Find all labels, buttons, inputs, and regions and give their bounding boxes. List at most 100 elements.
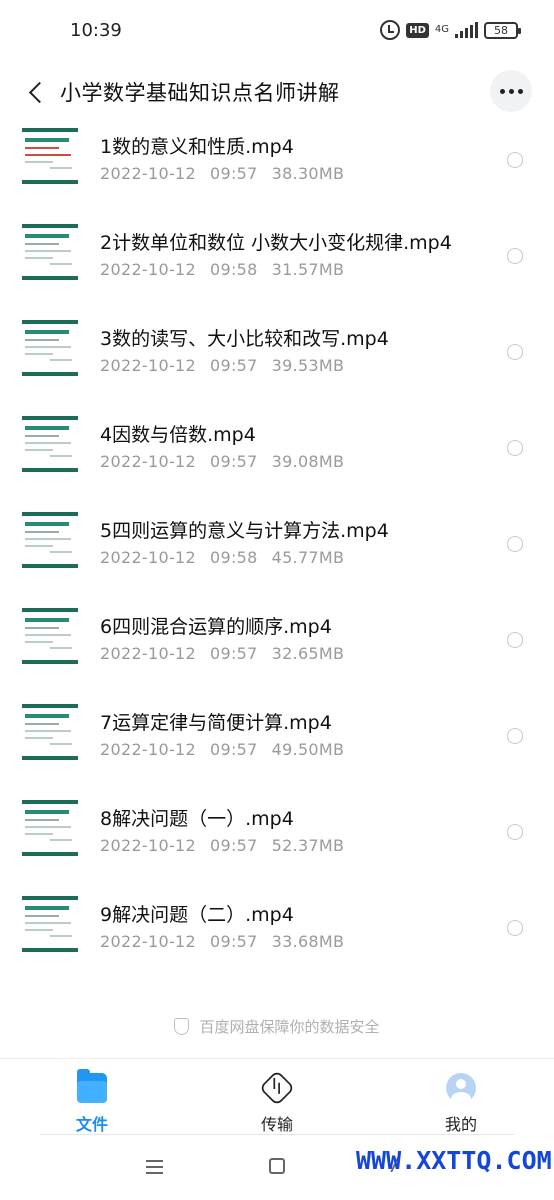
page-title: 小学数学基础知识点名师讲解 xyxy=(60,81,340,105)
select-radio[interactable] xyxy=(507,248,523,264)
video-thumbnail xyxy=(22,512,78,568)
safety-note: 百度网盘保障你的数据安全 xyxy=(0,1016,554,1037)
file-name: 1数的意义和性质.mp4 xyxy=(100,136,294,158)
file-name: 9解决问题（二）.mp4 xyxy=(100,904,294,926)
video-thumbnail xyxy=(22,800,78,856)
select-radio[interactable] xyxy=(507,632,523,648)
shield-icon xyxy=(174,1018,190,1035)
system-nav-bar: WWW.XXTTQ.COM xyxy=(0,1134,554,1200)
list-item[interactable]: 3数的读写、大小比较和改写.mp4 2022-10-12 09:57 39.53MB xyxy=(0,320,554,416)
file-date: 2022-10-12 xyxy=(100,452,196,471)
header: 小学数学基础知识点名师讲解 xyxy=(0,64,554,120)
tab-transfer[interactable]: 传输 xyxy=(232,1069,322,1135)
video-thumbnail xyxy=(22,224,78,280)
signal-icon xyxy=(455,22,478,38)
file-time: 09:58 xyxy=(209,260,258,279)
tab-label: 传输 xyxy=(260,1115,293,1134)
file-time: 09:57 xyxy=(209,452,258,471)
file-date: 2022-10-12 xyxy=(100,260,196,279)
avatar-icon xyxy=(446,1073,476,1103)
file-meta: 2022-10-12 09:57 33.68MB xyxy=(100,932,344,951)
file-size: 38.30MB xyxy=(271,164,345,183)
select-radio[interactable] xyxy=(507,536,523,552)
dot xyxy=(508,88,514,94)
tab-mine[interactable]: 我的 xyxy=(416,1073,506,1135)
file-time: 09:57 xyxy=(209,164,258,183)
file-size: 39.53MB xyxy=(271,356,345,375)
file-meta: 2022-10-12 09:58 31.57MB xyxy=(100,260,344,279)
back-button[interactable] xyxy=(20,74,56,110)
menu-icon[interactable] xyxy=(146,1160,163,1174)
select-radio[interactable] xyxy=(507,920,523,936)
bottom-tab-bar: 文件 传输 我的 xyxy=(0,1058,554,1134)
list-item[interactable]: 8解决问题（一）.mp4 2022-10-12 09:57 52.37MB xyxy=(0,800,554,896)
file-meta: 2022-10-12 09:57 52.37MB xyxy=(100,836,344,855)
file-size: 39.08MB xyxy=(271,452,345,471)
file-name: 8解决问题（一）.mp4 xyxy=(100,808,294,830)
file-date: 2022-10-12 xyxy=(100,164,196,183)
file-date: 2022-10-12 xyxy=(100,356,196,375)
video-thumbnail xyxy=(22,128,78,184)
file-meta: 2022-10-12 09:58 45.77MB xyxy=(100,548,344,567)
tab-label: 文件 xyxy=(75,1115,108,1134)
hd-badge: HD xyxy=(406,22,429,38)
home-icon[interactable] xyxy=(269,1158,285,1174)
video-thumbnail xyxy=(22,608,78,664)
file-size: 32.65MB xyxy=(271,644,345,663)
battery-icon: 58 xyxy=(484,21,521,39)
list-item[interactable]: 6四则混合运算的顺序.mp4 2022-10-12 09:57 32.65MB xyxy=(0,608,554,704)
more-button[interactable] xyxy=(490,70,532,112)
file-size: 52.37MB xyxy=(271,836,345,855)
file-name: 4因数与倍数.mp4 xyxy=(100,424,256,446)
watermark: WWW.XXTTQ.COM xyxy=(356,1146,552,1175)
alarm-icon xyxy=(380,20,401,40)
transfer-icon xyxy=(258,1069,296,1107)
list-item[interactable]: 1数的意义和性质.mp4 2022-10-12 09:57 38.30MB xyxy=(0,128,554,224)
tab-files[interactable]: 文件 xyxy=(47,1069,137,1135)
file-time: 09:57 xyxy=(209,356,258,375)
file-time: 09:57 xyxy=(209,740,258,759)
file-time: 09:57 xyxy=(209,836,258,855)
file-name: 7运算定律与简便计算.mp4 xyxy=(100,712,332,734)
network-label: 4G xyxy=(434,24,449,35)
video-thumbnail xyxy=(22,704,78,760)
file-size: 49.50MB xyxy=(271,740,345,759)
select-radio[interactable] xyxy=(507,152,523,168)
file-name: 2计数单位和数位 小数大小变化规律.mp4 xyxy=(100,232,452,254)
video-thumbnail xyxy=(22,896,78,952)
file-size: 45.77MB xyxy=(271,548,345,567)
file-date: 2022-10-12 xyxy=(100,740,196,759)
status-time: 10:39 xyxy=(70,20,122,41)
select-radio[interactable] xyxy=(507,440,523,456)
file-size: 33.68MB xyxy=(271,932,345,951)
video-thumbnail xyxy=(22,320,78,376)
safety-text: 百度网盘保障你的数据安全 xyxy=(199,1018,380,1036)
select-radio[interactable] xyxy=(507,728,523,744)
list-item[interactable]: 4因数与倍数.mp4 2022-10-12 09:57 39.08MB xyxy=(0,416,554,512)
select-radio[interactable] xyxy=(507,344,523,360)
file-name: 3数的读写、大小比较和改写.mp4 xyxy=(100,328,389,350)
file-meta: 2022-10-12 09:57 39.53MB xyxy=(100,356,344,375)
list-item[interactable]: 9解决问题（二）.mp4 2022-10-12 09:57 33.68MB xyxy=(0,896,554,992)
file-time: 09:58 xyxy=(209,548,258,567)
file-date: 2022-10-12 xyxy=(100,932,196,951)
file-date: 2022-10-12 xyxy=(100,836,196,855)
file-name: 6四则混合运算的顺序.mp4 xyxy=(100,616,332,638)
tab-label: 我的 xyxy=(444,1115,477,1134)
list-item[interactable]: 7运算定律与简便计算.mp4 2022-10-12 09:57 49.50MB xyxy=(0,704,554,800)
file-size: 31.57MB xyxy=(271,260,345,279)
file-meta: 2022-10-12 09:57 32.65MB xyxy=(100,644,344,663)
file-time: 09:57 xyxy=(209,932,258,951)
video-thumbnail xyxy=(22,416,78,472)
status-bar: 10:39 HD 4G 58 xyxy=(0,0,554,64)
file-date: 2022-10-12 xyxy=(100,548,196,567)
select-radio[interactable] xyxy=(507,824,523,840)
list-item[interactable]: 5四则运算的意义与计算方法.mp4 2022-10-12 09:58 45.77MB xyxy=(0,512,554,608)
dot xyxy=(517,88,523,94)
folder-icon xyxy=(77,1069,107,1103)
status-icons: HD 4G 58 xyxy=(380,20,521,40)
file-meta: 2022-10-12 09:57 39.08MB xyxy=(100,452,344,471)
file-name: 5四则运算的意义与计算方法.mp4 xyxy=(100,520,389,542)
divider xyxy=(40,1134,514,1135)
list-item[interactable]: 2计数单位和数位 小数大小变化规律.mp4 2022-10-12 09:58 31.… xyxy=(0,224,554,320)
